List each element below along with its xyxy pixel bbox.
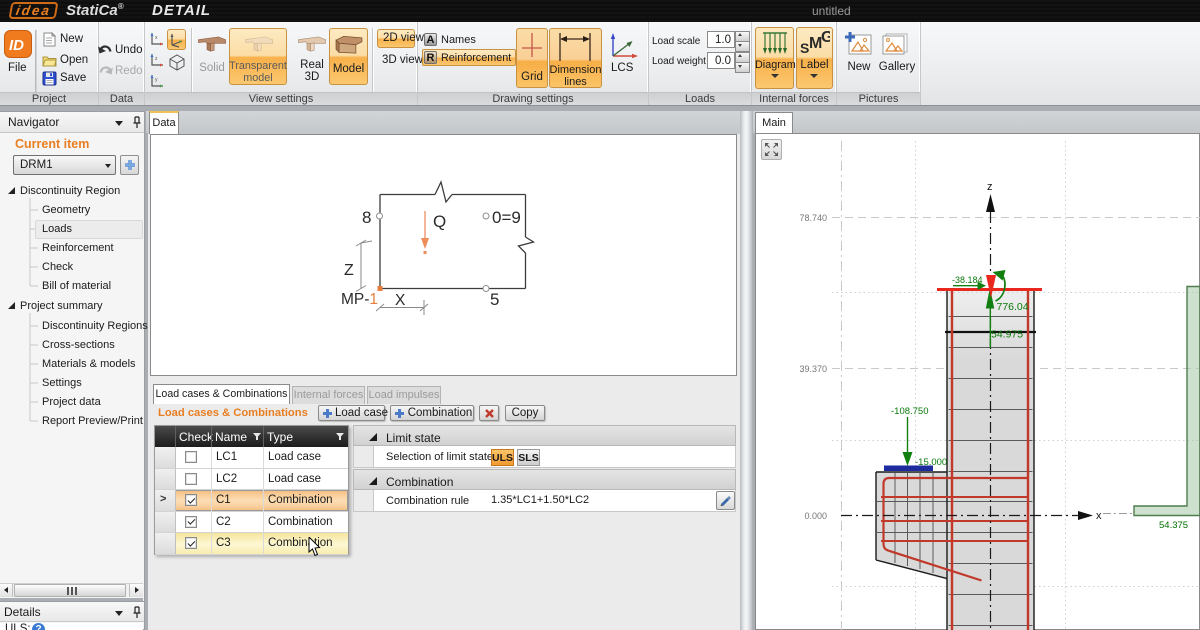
svg-text:X: X	[395, 292, 406, 309]
svg-text:x: x	[1096, 510, 1102, 522]
svg-text:39.370: 39.370	[799, 364, 827, 374]
svg-text:z: z	[987, 181, 993, 193]
svg-text:Z: Z	[344, 262, 354, 279]
svg-text:8: 8	[362, 208, 371, 227]
svg-text:Q: Q	[433, 212, 446, 231]
svg-text:MP-1: MP-1	[341, 291, 378, 308]
svg-text:0=9: 0=9	[492, 208, 521, 227]
svg-text:78.740: 78.740	[799, 213, 827, 223]
svg-text:0.000: 0.000	[804, 511, 827, 521]
svg-text:ID: ID	[9, 37, 24, 54]
svg-text:x: x	[155, 35, 158, 41]
svg-text:y: y	[155, 77, 158, 83]
svg-text:-38.184: -38.184	[952, 275, 983, 285]
svg-text:5: 5	[490, 290, 499, 309]
svg-text:S: S	[800, 40, 809, 56]
svg-text:z: z	[155, 56, 158, 62]
svg-text:54.375: 54.375	[1159, 520, 1188, 531]
svg-text:-108.750: -108.750	[891, 406, 929, 417]
svg-text:776.04: 776.04	[997, 301, 1029, 313]
svg-text:G: G	[821, 29, 830, 46]
svg-text:54.975: 54.975	[991, 329, 1023, 341]
svg-text:-15.000: -15.000	[915, 457, 947, 468]
